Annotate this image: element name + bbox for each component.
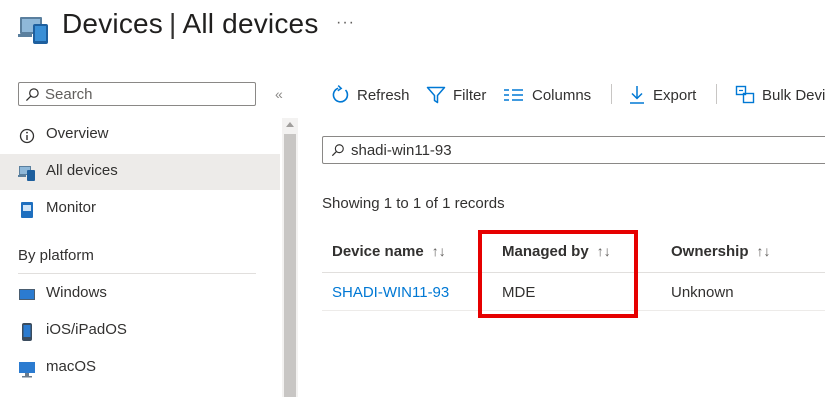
monitor-icon [21, 202, 33, 218]
title-separator: | [169, 8, 177, 39]
sidebar-scrollbar[interactable] [282, 118, 298, 397]
sidebar-item-all-devices[interactable]: All devices [0, 154, 280, 190]
bulk-actions-icon [735, 85, 755, 104]
sidebar-item-label: All devices [46, 162, 118, 179]
collapse-sidebar-button[interactable]: « [275, 86, 283, 102]
sidebar-item-label: Monitor [46, 199, 97, 216]
section-title-by-platform: By platform [18, 247, 94, 264]
sidebar-item-label: macOS [46, 358, 97, 375]
info-icon [19, 128, 35, 144]
page-title-main: Devices [62, 8, 163, 39]
sidebar-item-windows[interactable]: Windows [0, 276, 280, 312]
windows-icon [19, 289, 35, 300]
records-count-text: Showing 1 to 1 of 1 records [322, 195, 505, 212]
column-header-label: Device name [332, 243, 424, 260]
highlight-annotation-box [478, 230, 638, 318]
column-header-device-name[interactable]: Device name ↑↓ [332, 243, 446, 260]
sidebar-item-monitor[interactable]: Monitor [0, 191, 280, 227]
page-title: Devices | All devices [62, 8, 319, 40]
search-icon [25, 88, 39, 102]
refresh-button[interactable]: Refresh [330, 84, 410, 106]
sidebar-item-label: Overview [46, 125, 109, 142]
export-button[interactable]: Export [628, 84, 696, 106]
ownership-cell: Unknown [671, 284, 734, 301]
sort-icon[interactable]: ↑↓ [757, 243, 771, 259]
toolbar-divider [611, 84, 612, 104]
toolbar-divider [716, 84, 717, 104]
bulk-device-actions-button[interactable]: Bulk Devi [735, 84, 825, 106]
device-search-box[interactable] [322, 136, 825, 164]
sidebar-item-ios[interactable]: iOS/iPadOS [0, 313, 280, 349]
page-title-sub: All devices [182, 8, 319, 39]
search-icon [331, 144, 344, 157]
export-label: Export [653, 86, 697, 104]
sidebar-item-overview[interactable]: Overview [0, 117, 280, 153]
filter-button[interactable]: Filter [426, 84, 486, 106]
sidebar-search-input[interactable] [45, 84, 245, 104]
refresh-icon [332, 85, 349, 103]
column-header-ownership[interactable]: Ownership ↑↓ [671, 243, 771, 260]
sidebar-item-macos[interactable]: macOS [0, 350, 280, 386]
filter-label: Filter [453, 86, 487, 104]
sidebar-search-box[interactable] [18, 82, 256, 106]
columns-icon [504, 89, 523, 101]
scroll-up-arrow-icon[interactable] [286, 122, 294, 127]
section-divider [18, 273, 256, 274]
filter-icon [426, 86, 446, 104]
more-options-button[interactable]: ··· [336, 14, 355, 32]
devices-icon [18, 166, 35, 181]
columns-label: Columns [532, 86, 592, 104]
columns-button[interactable]: Columns [503, 84, 591, 106]
column-header-label: Ownership [671, 243, 749, 260]
scrollbar-thumb[interactable] [284, 134, 296, 397]
sidebar-item-label: iOS/iPadOS [46, 321, 127, 338]
refresh-label: Refresh [357, 86, 410, 104]
mac-icon [19, 362, 35, 378]
sort-icon[interactable]: ↑↓ [432, 243, 446, 259]
device-name-link[interactable]: SHADI-WIN11-93 [332, 284, 449, 301]
device-search-input[interactable] [351, 140, 821, 160]
download-icon [630, 86, 644, 104]
phone-icon [22, 323, 32, 341]
bulk-label: Bulk Devi [762, 86, 825, 104]
sidebar-item-label: Windows [46, 284, 107, 301]
devices-header-icon [18, 17, 48, 44]
